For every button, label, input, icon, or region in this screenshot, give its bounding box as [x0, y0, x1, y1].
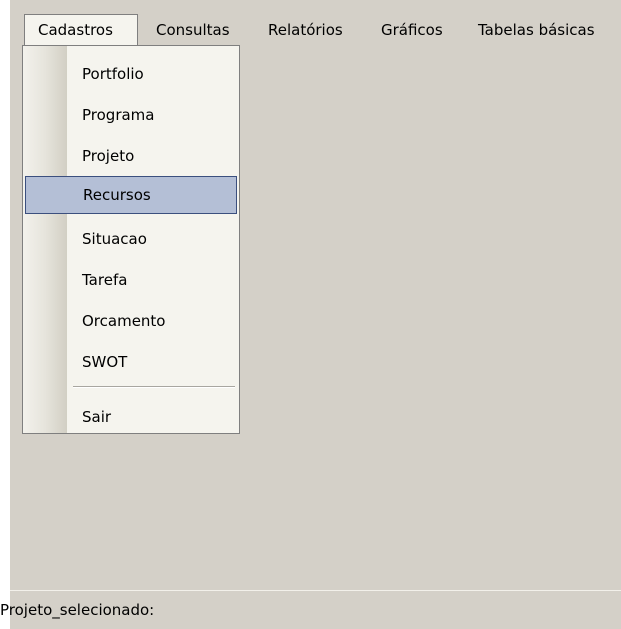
- menu-graficos[interactable]: Gráficos: [381, 14, 443, 46]
- menu-item-programa[interactable]: Programa: [23, 96, 239, 134]
- menu-item-recursos[interactable]: Recursos: [25, 176, 237, 214]
- main-window: Cadastros Consultas Relatórios Gráficos …: [0, 0, 621, 629]
- cadastros-dropdown-menu: Portfolio Programa Projeto Recursos Situ…: [22, 45, 240, 434]
- menu-separator: [73, 386, 235, 388]
- menu-item-tarefa[interactable]: Tarefa: [23, 261, 239, 299]
- menu-bar: Cadastros Consultas Relatórios Gráficos …: [10, 14, 621, 46]
- menu-relatorios[interactable]: Relatórios: [268, 14, 343, 46]
- selected-project-label: Projeto_selecionado:: [0, 601, 155, 619]
- menu-item-sair[interactable]: Sair: [23, 398, 239, 436]
- menu-consultas[interactable]: Consultas: [156, 14, 230, 46]
- menu-tabelas-basicas[interactable]: Tabelas básicas: [478, 14, 595, 46]
- menu-item-orcamento[interactable]: Orcamento: [23, 302, 239, 340]
- menu-cadastros[interactable]: Cadastros: [24, 14, 138, 46]
- menu-item-projeto[interactable]: Projeto: [23, 137, 239, 175]
- menu-item-swot[interactable]: SWOT: [23, 343, 239, 381]
- menu-item-portfolio[interactable]: Portfolio: [23, 55, 239, 93]
- menu-item-situacao[interactable]: Situacao: [23, 220, 239, 258]
- status-bar: Projeto_selecionado:: [0, 590, 621, 629]
